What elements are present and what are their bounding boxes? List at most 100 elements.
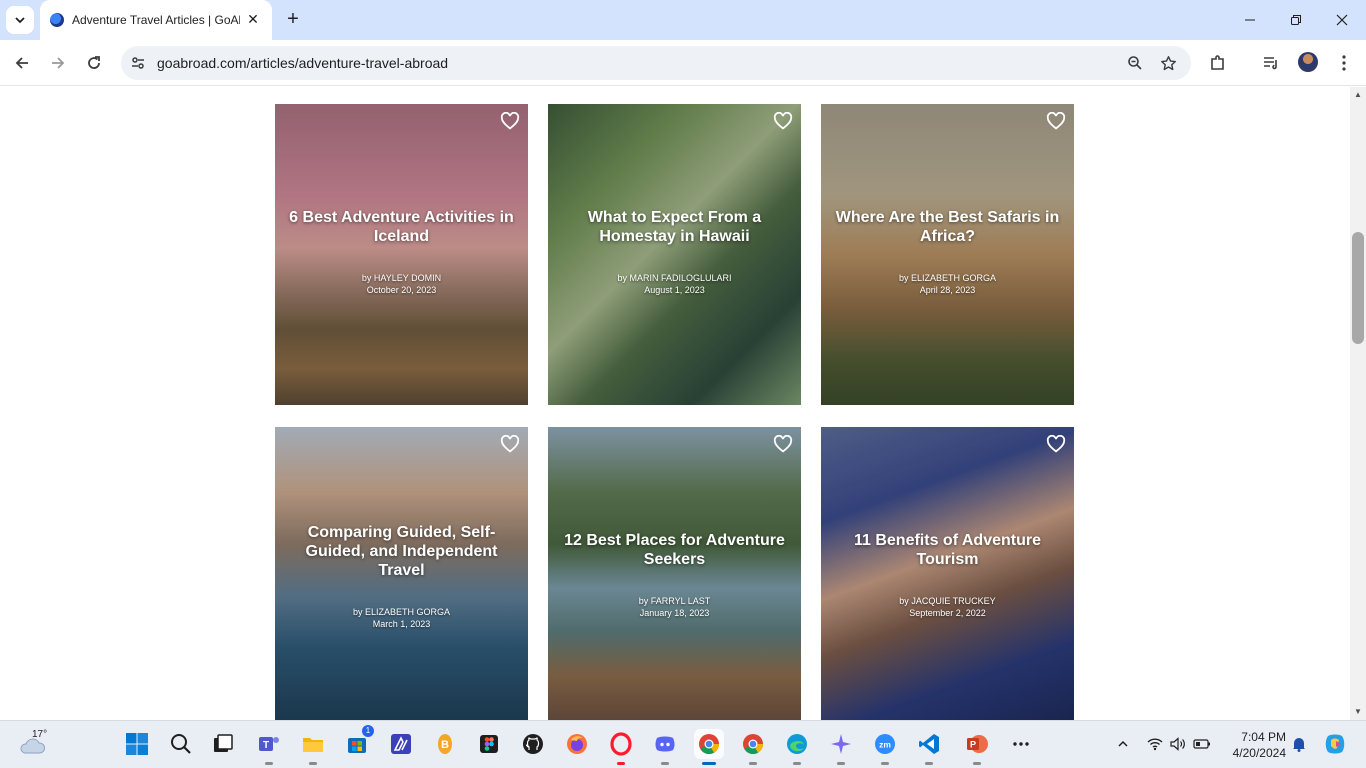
- taskbar-app-store[interactable]: 1: [342, 725, 374, 759]
- new-tab-button[interactable]: +: [282, 8, 304, 30]
- heart-icon[interactable]: [500, 435, 520, 453]
- svg-text:B: B: [441, 739, 449, 751]
- running-indicator: [973, 762, 981, 765]
- start-button[interactable]: [122, 729, 152, 759]
- tab-search-button[interactable]: [6, 6, 34, 34]
- taskbar-app-edge[interactable]: [782, 729, 812, 765]
- restore-button[interactable]: [1280, 6, 1312, 34]
- taskbar-app-chrome-profile[interactable]: [738, 729, 768, 765]
- show-hidden-icons-button[interactable]: [1114, 735, 1132, 753]
- site-info-icon[interactable]: [129, 54, 147, 72]
- heart-icon[interactable]: [773, 112, 793, 130]
- media-controls-button[interactable]: [1258, 50, 1284, 76]
- taskbar-app-editor[interactable]: [386, 729, 416, 759]
- article-author[interactable]: ELIZABETH GORGA: [365, 607, 450, 617]
- article-card[interactable]: 6 Best Adventure Activities in Iceland b…: [275, 104, 528, 405]
- article-card[interactable]: What to Expect From a Homestay in Hawaii…: [548, 104, 801, 405]
- notifications-button[interactable]: [1290, 735, 1308, 753]
- taskbar-app-vscode[interactable]: [914, 729, 944, 765]
- taskbar-app-figma[interactable]: [474, 729, 504, 759]
- article-card[interactable]: 11 Benefits of Adventure Tourism by JACQ…: [821, 427, 1074, 720]
- scroll-up-icon[interactable]: ▲: [1350, 87, 1366, 103]
- zoom-app-icon: zm: [875, 734, 895, 754]
- taskbar-app-discord[interactable]: [650, 729, 680, 765]
- article-author[interactable]: ELIZABETH GORGA: [911, 273, 996, 283]
- copilot-icon: [1325, 734, 1345, 754]
- running-indicator: [793, 762, 801, 765]
- article-title[interactable]: 6 Best Adventure Activities in Iceland: [285, 208, 518, 246]
- chevron-down-icon: [15, 17, 25, 24]
- github-icon: [523, 734, 543, 754]
- close-window-button[interactable]: [1326, 6, 1358, 34]
- taskbar-app-opera[interactable]: [606, 729, 636, 765]
- bookmark-star-icon[interactable]: [1158, 53, 1178, 73]
- article-title[interactable]: What to Expect From a Homestay in Hawaii: [558, 208, 791, 246]
- profile-avatar[interactable]: [1298, 52, 1318, 72]
- address-bar[interactable]: goabroad.com/articles/adventure-travel-a…: [121, 46, 1191, 80]
- running-indicator: [881, 762, 889, 765]
- page-scrollbar[interactable]: ▲ ▼: [1350, 87, 1366, 720]
- article-card[interactable]: 12 Best Places for Adventure Seekers by …: [548, 427, 801, 720]
- minimize-button[interactable]: [1234, 6, 1266, 34]
- article-author[interactable]: HAYLEY DOMIN: [374, 273, 441, 283]
- article-date: September 2, 2022: [909, 608, 986, 618]
- article-author[interactable]: JACQUIE TRUCKEY: [911, 596, 995, 606]
- forward-button[interactable]: [45, 50, 71, 76]
- taskbar-app-copilot[interactable]: [826, 729, 856, 765]
- weather-widget[interactable]: 17°: [18, 729, 58, 761]
- article-title[interactable]: 11 Benefits of Adventure Tourism: [831, 531, 1064, 569]
- heart-icon[interactable]: [773, 435, 793, 453]
- scroll-thumb[interactable]: [1352, 232, 1364, 344]
- active-tab[interactable]: Adventure Travel Articles | GoAbroad.com…: [40, 0, 272, 40]
- article-title[interactable]: Comparing Guided, Self-Guided, and Indep…: [285, 523, 518, 580]
- volume-status[interactable]: [1169, 735, 1187, 753]
- copilot-button[interactable]: [1322, 731, 1348, 757]
- battery-icon: [1193, 739, 1210, 749]
- extensions-button[interactable]: [1205, 50, 1231, 76]
- vscode-icon: [919, 734, 939, 754]
- article-date: August 1, 2023: [644, 285, 705, 295]
- task-view-button[interactable]: [208, 729, 238, 759]
- clock-date: 4/20/2024: [1232, 746, 1286, 760]
- running-indicator: [617, 762, 625, 765]
- notification-badge: 1: [362, 725, 374, 737]
- search-button[interactable]: [166, 729, 196, 759]
- heart-icon[interactable]: [1046, 435, 1066, 453]
- article-author[interactable]: MARIN FADILOGLULARI: [630, 273, 732, 283]
- arrow-right-icon: [52, 57, 65, 69]
- browser-menu-button[interactable]: [1331, 50, 1357, 76]
- taskbar-app-github[interactable]: [518, 729, 548, 759]
- taskbar-app-file-explorer[interactable]: [298, 729, 328, 765]
- article-title[interactable]: Where Are the Best Safaris in Africa?: [831, 208, 1064, 246]
- back-button[interactable]: [9, 50, 35, 76]
- task-view-icon: [214, 734, 233, 752]
- scroll-down-icon[interactable]: ▼: [1350, 704, 1366, 720]
- card-text: Comparing Guided, Self-Guided, and Indep…: [275, 523, 528, 630]
- taskbar-app-zoom[interactable]: zm: [870, 729, 900, 765]
- taskbar-overflow-button[interactable]: [1006, 729, 1036, 759]
- taskbar-app-firefox[interactable]: [562, 729, 592, 759]
- taskbar-app-coin[interactable]: B: [430, 729, 460, 759]
- heart-icon[interactable]: [1046, 112, 1066, 130]
- folder-icon: [303, 738, 323, 752]
- bell-icon: [1293, 738, 1305, 752]
- taskbar-app-teams[interactable]: T: [254, 729, 284, 765]
- taskbar-app-powerpoint[interactable]: P: [962, 729, 992, 765]
- article-card[interactable]: Where Are the Best Safaris in Africa? by…: [821, 104, 1074, 405]
- close-tab-icon[interactable]: ✕: [244, 10, 262, 28]
- system-clock[interactable]: 7:04 PM 4/20/2024: [1224, 729, 1286, 761]
- article-date: January 18, 2023: [639, 608, 710, 618]
- wifi-status[interactable]: [1146, 735, 1164, 753]
- heart-icon[interactable]: [500, 112, 520, 130]
- chrome-icon: [743, 734, 764, 754]
- more-vert-icon: [1342, 55, 1346, 71]
- battery-status[interactable]: [1193, 735, 1211, 753]
- taskbar-app-chrome[interactable]: [694, 729, 724, 765]
- zoom-icon[interactable]: [1125, 53, 1145, 73]
- article-meta: by ELIZABETH GORGA March 1, 2023: [352, 607, 451, 629]
- article-author[interactable]: FARRYL LAST: [651, 596, 711, 606]
- article-card[interactable]: Comparing Guided, Self-Guided, and Indep…: [275, 427, 528, 720]
- clock-time: 7:04 PM: [1241, 730, 1286, 744]
- article-title[interactable]: 12 Best Places for Adventure Seekers: [558, 531, 791, 569]
- reload-button[interactable]: [81, 50, 107, 76]
